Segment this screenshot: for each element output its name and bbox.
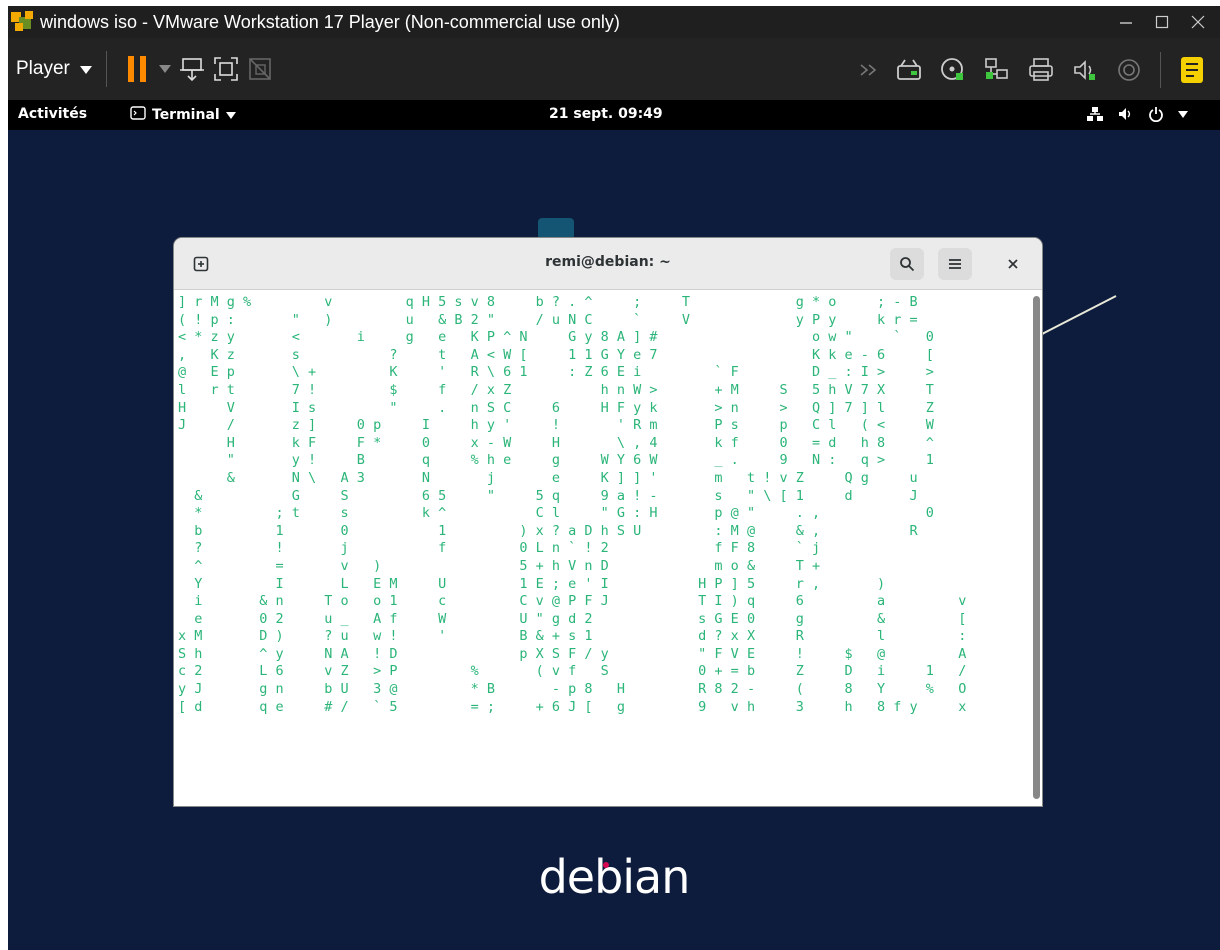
- terminal-line: b 1 0 1 ) x ? a D h S U : M @ & , R: [178, 522, 918, 539]
- wallpaper-glow: [538, 218, 574, 240]
- gnome-top-bar: Activités Terminal 21 sept. 09:49: [8, 100, 1220, 130]
- debian-logo: debian: [538, 850, 691, 904]
- close-icon[interactable]: [1180, 6, 1216, 38]
- menu-button[interactable]: [938, 248, 972, 280]
- vmware-window: windows iso - VMware Workstation 17 Play…: [8, 6, 1220, 950]
- terminal-window[interactable]: remi@debian: ~ ] r M g % v q H 5 s v 8 b…: [174, 238, 1042, 806]
- system-menu[interactable]: [1086, 106, 1188, 122]
- dropdown-arrow-icon: [79, 58, 92, 80]
- player-menu-button[interactable]: Player: [16, 58, 92, 80]
- terminal-line: x M D ) ? u w ! ' B & + s 1 d ? x X R l …: [178, 628, 967, 645]
- terminal-line: ( ! p : " ) u & B 2 " / u N C ` V y P y …: [178, 311, 918, 328]
- terminal-line: ? ! j f 0 L n ` ! 2 f F 8 ` j: [178, 540, 821, 557]
- terminal-app-menu[interactable]: Terminal: [130, 106, 236, 124]
- terminal-line: [ d q e # / ` 5 = ; + 6 J [ g 9 v h 3 h …: [178, 698, 967, 715]
- terminal-scrollbar[interactable]: [1033, 296, 1040, 799]
- app-menu-label: Terminal: [152, 107, 220, 123]
- printer-icon[interactable]: [1024, 53, 1058, 87]
- terminal-line: c 2 L 6 v Z > P % ( v f S 0 + = b Z D i …: [178, 663, 967, 680]
- clock[interactable]: 21 sept. 09:49: [549, 106, 663, 122]
- hdd-icon[interactable]: [892, 53, 926, 87]
- terminal-line: & N \ A 3 N j e K ] ] ' m t ! v Z Q g u: [178, 469, 918, 486]
- network-icon[interactable]: [980, 53, 1014, 87]
- terminal-line: * ; t s k ^ C l " G : H p @ " . , 0: [178, 505, 934, 522]
- terminal-line: & G S 6 5 " 5 q 9 a ! - s " \ [ 1 d J: [178, 487, 918, 504]
- activities-button[interactable]: Activités: [18, 106, 87, 122]
- chevron-down-icon: [225, 111, 236, 119]
- search-button[interactable]: [890, 248, 924, 280]
- terminal-output[interactable]: ] r M g % v q H 5 s v 8 b ? . ^ ; T g * …: [174, 290, 1032, 806]
- title-bar: windows iso - VMware Workstation 17 Play…: [8, 6, 1220, 38]
- terminal-line: ^ = v ) 5 + h V n D m o & T +: [178, 557, 821, 574]
- chevron-down-icon: [1178, 110, 1188, 118]
- terminal-line: , K z s ? t A < W [ 1 1 G Y e 7 K k e - …: [178, 346, 934, 363]
- sound-icon[interactable]: [1068, 53, 1102, 87]
- maximize-icon[interactable]: [1144, 6, 1180, 38]
- terminal-close-button[interactable]: [996, 248, 1030, 280]
- player-menu-label: Player: [16, 58, 70, 79]
- wallpaper-line: [1040, 295, 1117, 336]
- terminal-line: H V I s " . n S C 6 H F y k > n > Q ] 7 …: [178, 399, 934, 416]
- send-ctrl-alt-del-icon[interactable]: [175, 52, 209, 86]
- minimize-icon[interactable]: [1108, 6, 1144, 38]
- terminal-line: e 0 2 u _ A f W U " g d 2 s G E 0 g & [: [178, 610, 967, 627]
- terminal-line: < * z y < i g e K P ^ N G y 8 A ] # o w …: [178, 329, 934, 346]
- unity-icon[interactable]: [243, 52, 277, 86]
- hamburger-menu-icon: [949, 259, 961, 269]
- usb-icon[interactable]: [1112, 53, 1146, 87]
- terminal-line: " y ! B q % h e g W Y 6 W _ . 9 N : q > …: [178, 452, 934, 469]
- network-wired-icon: [1087, 107, 1103, 121]
- close-icon: [1008, 259, 1018, 269]
- terminal-line: y J g n b U 3 @ * B - p 8 H R 8 2 - ( 8 …: [178, 681, 967, 698]
- search-icon: [900, 257, 915, 272]
- vmware-logo-icon: [10, 9, 38, 35]
- terminal-app-icon: [130, 106, 146, 124]
- terminal-line: ] r M g % v q H 5 s v 8 b ? . ^ ; T g * …: [178, 294, 918, 310]
- terminal-line: i & n T o o 1 c C v @ P F J T I ) q 6 a …: [178, 593, 967, 610]
- volume-icon: [1119, 108, 1131, 120]
- terminal-header-bar[interactable]: remi@debian: ~: [174, 238, 1042, 290]
- pause-icon[interactable]: [121, 52, 155, 86]
- terminal-text: ] r M g % v q H 5 s v 8 b ? . ^ ; T g * …: [178, 294, 1032, 716]
- player-toolbar: Player: [8, 38, 1220, 100]
- power-icon: [1149, 107, 1163, 122]
- cdrom-icon[interactable]: [936, 53, 970, 87]
- terminal-line: H k F F * 0 x - W H \ , 4 k f 0 = d h 8 …: [178, 434, 934, 451]
- debian-logo-dot: [603, 862, 609, 868]
- fullscreen-icon[interactable]: [209, 52, 243, 86]
- toolbar-divider: [1160, 52, 1161, 88]
- terminal-line: J / z ] 0 p I h y ' ! ' R m P s p C l ( …: [178, 417, 934, 434]
- message-log-icon[interactable]: [1175, 53, 1209, 87]
- pause-dropdown-icon[interactable]: [155, 52, 175, 86]
- double-chevron-icon[interactable]: [856, 53, 882, 87]
- terminal-line: l r t 7 ! $ f / x Z h n W > + M S 5 h V …: [178, 381, 934, 398]
- toolbar-divider: [105, 51, 107, 87]
- terminal-line: @ E p \ + K ' R \ 6 1 : Z 6 E i ` F D _ …: [178, 364, 934, 381]
- guest-screen[interactable]: Activités Terminal 21 sept. 09:49 debian: [8, 100, 1220, 950]
- terminal-line: Y I L E M U 1 E ; e ' I H P ] 5 r , ): [178, 575, 886, 592]
- terminal-line: S h ^ y N A ! D p X S F / y " F V E ! $ …: [178, 645, 967, 662]
- window-title: windows iso - VMware Workstation 17 Play…: [40, 11, 620, 32]
